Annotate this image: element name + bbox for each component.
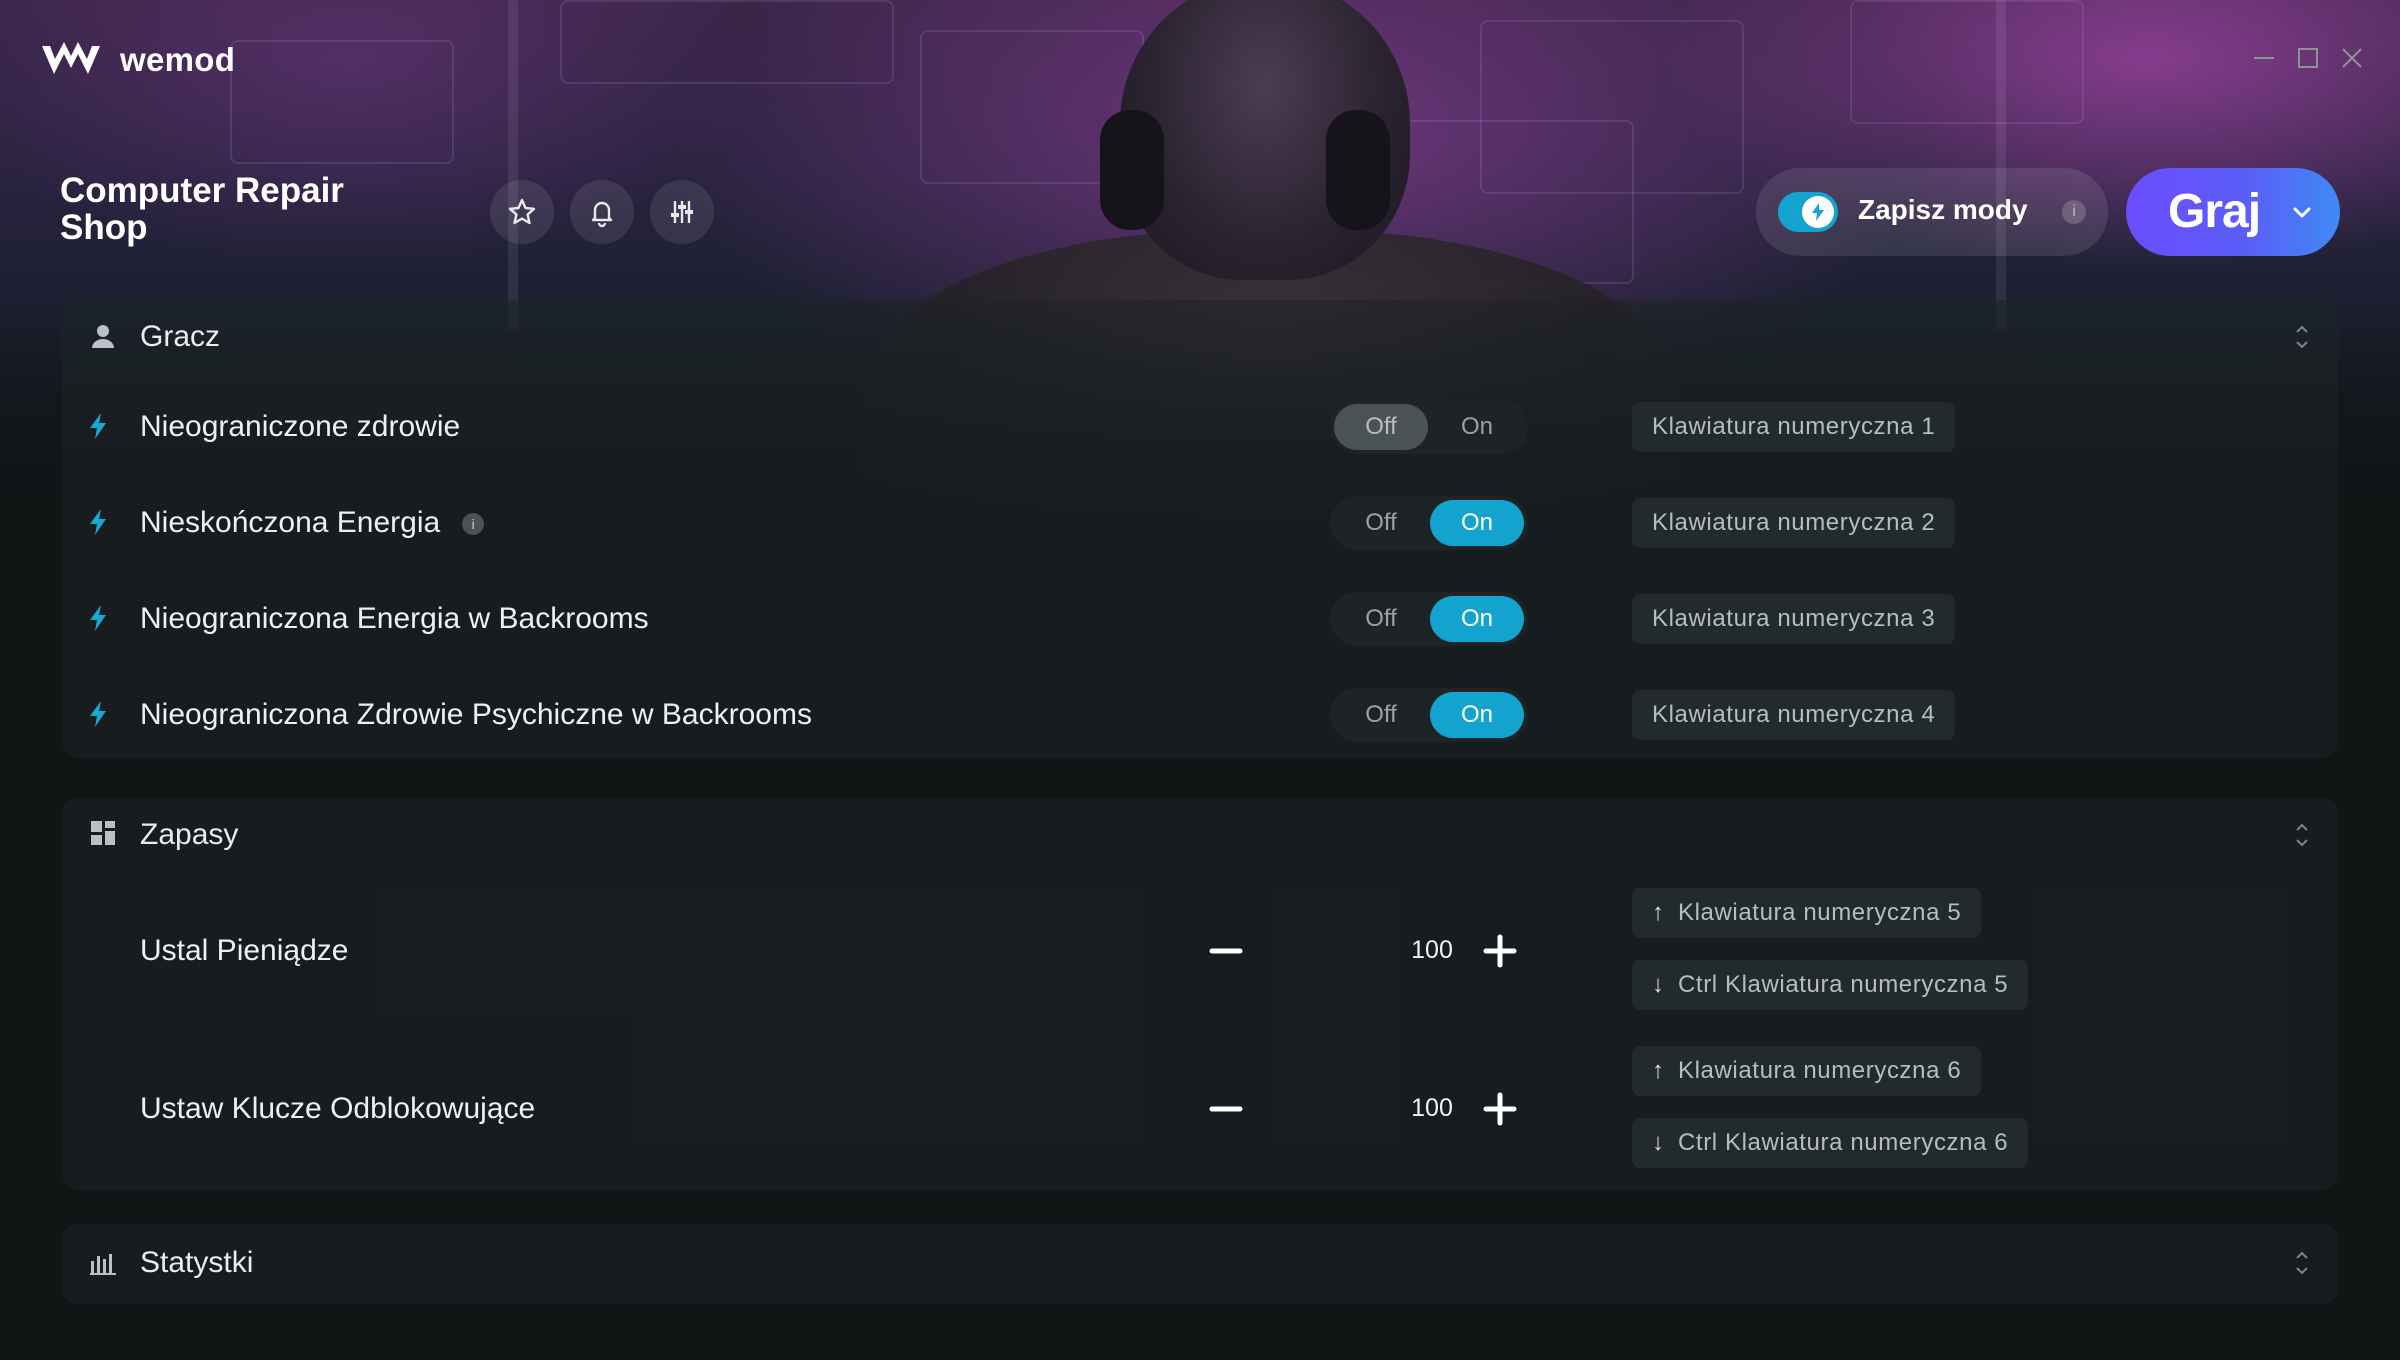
bolt-icon — [90, 413, 106, 439]
hotkey-text: Ctrl Klawiatura numeryczna 5 — [1678, 971, 2009, 998]
info-icon[interactable]: i — [462, 513, 485, 535]
maximize-icon[interactable] — [2294, 44, 2322, 72]
toggle-on[interactable]: On — [1430, 500, 1524, 546]
collapse-icon[interactable] — [2292, 322, 2312, 352]
hotkey-badge-decrease[interactable]: ↓ Ctrl Klawiatura numeryczna 6 — [1632, 1118, 2029, 1168]
section-title: Gracz — [140, 320, 221, 353]
mod-toggle[interactable]: Off On — [1330, 400, 1528, 454]
minimize-icon[interactable] — [2250, 44, 2278, 72]
toggle-on[interactable]: On — [1430, 596, 1524, 642]
hotkey-text: Klawiatura numeryczna 5 — [1678, 899, 1962, 926]
notifications-button[interactable] — [570, 180, 634, 244]
bolt-icon — [90, 605, 106, 631]
hotkey-badge[interactable]: Klawiatura numeryczna 4 — [1632, 690, 1956, 740]
save-mods-toggle[interactable] — [1778, 192, 1838, 232]
toggle-on[interactable]: On — [1430, 404, 1524, 450]
game-title: Computer Repair Shop — [60, 171, 344, 247]
mod-row-title: Nieskończona Energia i — [140, 506, 485, 540]
toggle-on[interactable]: On — [1430, 692, 1524, 738]
arrow-up-icon: ↑ — [1652, 899, 1665, 926]
hotkey-badge[interactable]: Klawiatura numeryczna 3 — [1632, 594, 1956, 644]
grid-icon — [91, 821, 115, 845]
hotkey-badge-increase[interactable]: ↑ Klawiatura numeryczna 5 — [1632, 888, 1982, 938]
chevron-down-icon[interactable] — [2288, 198, 2316, 226]
stepper-value[interactable]: 100 — [1392, 1094, 1472, 1123]
star-icon — [508, 198, 536, 225]
mod-toggle[interactable]: Off On — [1330, 592, 1528, 646]
mod-label: Nieograniczona Zdrowie Psychiczne w Back… — [140, 698, 812, 731]
decrease-button[interactable] — [1206, 1089, 1246, 1129]
toggle-off[interactable]: Off — [1334, 596, 1428, 642]
section-stats[interactable]: Statystki — [62, 1224, 2338, 1304]
toggle-off[interactable]: Off — [1334, 404, 1428, 450]
app-name: wemod — [120, 41, 236, 78]
mod-label: Ustal Pieniądze — [140, 934, 349, 967]
stepper-value[interactable]: 100 — [1392, 936, 1472, 965]
mod-label: Nieskończona Energia — [140, 506, 441, 539]
mod-label: Nieograniczona Energia w Backrooms — [140, 602, 649, 635]
expand-icon[interactable] — [2292, 1248, 2312, 1278]
arrow-down-icon: ↓ — [1652, 971, 1665, 998]
decrease-button[interactable] — [1206, 931, 1246, 971]
hotkey-badge-decrease[interactable]: ↓ Ctrl Klawiatura numeryczna 5 — [1632, 960, 2029, 1010]
close-icon[interactable] — [2338, 44, 2366, 72]
bar-chart-icon — [90, 1254, 116, 1275]
section-title: Statystki — [140, 1246, 254, 1279]
increase-button[interactable] — [1480, 931, 1520, 971]
favorite-button[interactable] — [490, 180, 554, 244]
hotkey-badge-increase[interactable]: ↑ Klawiatura numeryczna 6 — [1632, 1046, 1982, 1096]
hotkey-text: Ctrl Klawiatura numeryczna 6 — [1678, 1129, 2009, 1156]
person-icon — [92, 325, 114, 348]
save-mods-control[interactable]: Zapisz mody i — [1756, 168, 2108, 256]
save-mods-label: Zapisz mody — [1858, 194, 2028, 225]
mod-label: Ustaw Klucze Odblokowujące — [140, 1092, 536, 1125]
arrow-down-icon: ↓ — [1652, 1129, 1665, 1156]
bell-icon — [591, 201, 613, 228]
hotkey-badge[interactable]: Klawiatura numeryczna 2 — [1632, 498, 1956, 548]
wemod-logo-icon — [42, 42, 100, 74]
bolt-icon — [1812, 203, 1824, 221]
game-settings-button[interactable] — [650, 180, 714, 244]
play-button[interactable]: Graj — [2126, 168, 2340, 256]
sliders-icon — [671, 201, 693, 223]
app-logo: wemod — [40, 40, 235, 80]
bolt-icon — [90, 509, 106, 535]
mod-label: Nieograniczone zdrowie — [140, 410, 461, 443]
arrow-up-icon: ↑ — [1652, 1057, 1665, 1084]
toggle-off[interactable]: Off — [1334, 692, 1428, 738]
section-title: Zapasy — [140, 818, 239, 851]
info-icon[interactable]: i — [2062, 200, 2086, 224]
bolt-icon — [90, 701, 106, 727]
collapse-icon[interactable] — [2292, 820, 2312, 850]
increase-button[interactable] — [1480, 1089, 1520, 1129]
toggle-off[interactable]: Off — [1334, 500, 1428, 546]
mod-toggle[interactable]: Off On — [1330, 688, 1528, 742]
section-player: Gracz Nieograniczone zdrowie Off On Klaw… — [62, 300, 2338, 758]
hotkey-text: Klawiatura numeryczna 6 — [1678, 1057, 1962, 1084]
section-inventory: Zapasy Ustal Pieniądze 100 ↑ Klawiatura n… — [62, 798, 2338, 1190]
play-label: Graj — [2168, 185, 2261, 238]
mod-toggle[interactable]: Off On — [1330, 496, 1528, 550]
hotkey-badge[interactable]: Klawiatura numeryczna 1 — [1632, 402, 1956, 452]
